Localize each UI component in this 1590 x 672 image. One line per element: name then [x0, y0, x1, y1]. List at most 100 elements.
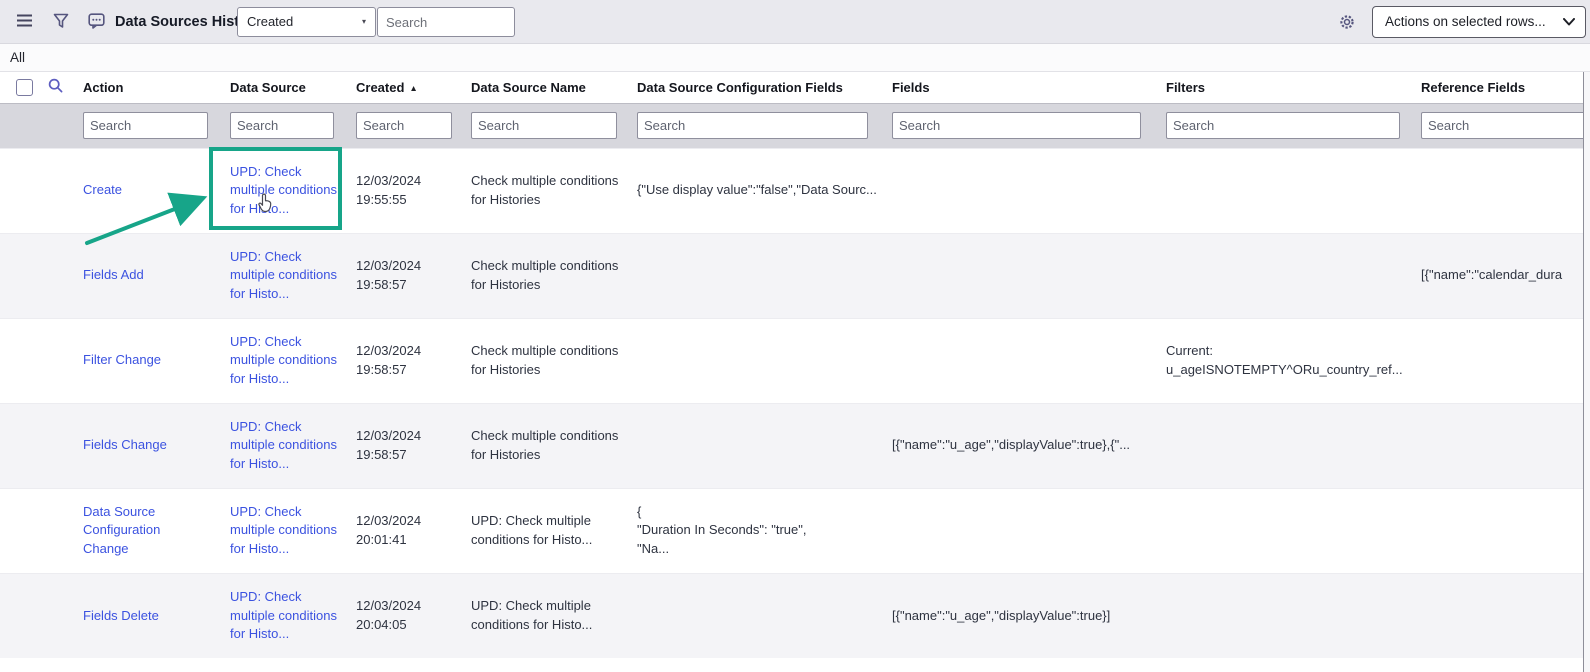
table-row: Fields Delete UPD: Check multiple condit… [0, 573, 1583, 658]
filter-cell-created [356, 103, 471, 148]
filter-input-reference-fields[interactable] [1421, 112, 1583, 139]
data-source-name-cell: Check multiple conditions for Histories [471, 233, 637, 318]
filters-cell [1166, 573, 1421, 658]
search-field-select[interactable]: Created ▾ [237, 7, 376, 37]
vertical-scrollbar[interactable] [1583, 72, 1590, 672]
data-source-link[interactable]: UPD: Check multiple conditions for Histo… [230, 589, 337, 641]
header-select-cell [0, 72, 83, 103]
filter-cell-data-source [230, 103, 356, 148]
breadcrumb[interactable]: All [10, 44, 25, 71]
table-row: Data Source Configuration Change UPD: Ch… [0, 488, 1583, 573]
table-row: Fields Add UPD: Check multiple condition… [0, 233, 1583, 318]
chevron-down-icon [1563, 18, 1575, 26]
fields-cell [892, 233, 1166, 318]
reference-fields-cell [1421, 573, 1583, 658]
created-cell: 12/03/2024 19:55:55 [356, 148, 471, 233]
filter-cell-fields [892, 103, 1166, 148]
column-header-reference-fields[interactable]: Reference Fields [1421, 72, 1583, 103]
data-source-name-cell: Check multiple conditions for Histories [471, 403, 637, 488]
breadcrumb-bar: All [0, 44, 1590, 72]
action-link[interactable]: Fields Change [83, 437, 167, 452]
filter-cell-action [83, 103, 230, 148]
filters-cell: Current: u_ageISNOTEMPTY^ORu_country_ref… [1166, 318, 1421, 403]
table-row: Create UPD: Check multiple conditions fo… [0, 148, 1583, 233]
filter-cell-config-fields [637, 103, 892, 148]
config-fields-cell: {"Use display value":"false","Data Sourc… [637, 148, 892, 233]
filter-input-config-fields[interactable] [637, 112, 868, 139]
hamburger-menu-icon[interactable] [16, 13, 33, 33]
config-fields-cell [637, 573, 892, 658]
filter-cell-filters [1166, 103, 1421, 148]
actions-select-value: Actions on selected rows... [1385, 14, 1546, 29]
filters-cell [1166, 403, 1421, 488]
data-source-name-cell: Check multiple conditions for Histories [471, 318, 637, 403]
filters-cell [1166, 148, 1421, 233]
table-row: Filter Change UPD: Check multiple condit… [0, 318, 1583, 403]
filter-cell-reference-fields [1421, 103, 1583, 148]
action-link[interactable]: Data Source Configuration Change [83, 504, 160, 556]
created-cell: 12/03/2024 19:58:57 [356, 318, 471, 403]
data-source-link[interactable]: UPD: Check multiple conditions for Histo… [230, 419, 337, 471]
created-cell: 12/03/2024 20:01:41 [356, 488, 471, 573]
data-source-name-cell: UPD: Check multiple conditions for Histo… [471, 488, 637, 573]
config-fields-cell: { "Duration In Seconds": "true", "Na... [637, 488, 892, 573]
filter-input-data-source[interactable] [230, 112, 334, 139]
filter-input-created[interactable] [356, 112, 452, 139]
gear-icon[interactable] [1339, 14, 1355, 35]
created-cell: 12/03/2024 19:58:57 [356, 233, 471, 318]
data-source-name-cell: UPD: Check multiple conditions for Histo… [471, 573, 637, 658]
data-source-link[interactable]: UPD: Check multiple conditions for Histo… [230, 249, 337, 301]
app-window: Data Sources History Created ▾ Actions o… [0, 0, 1590, 672]
column-header-data-source-name[interactable]: Data Source Name [471, 72, 637, 103]
fields-cell: [{"name":"u_age","displayValue":true},{"… [892, 403, 1166, 488]
reference-fields-cell [1421, 488, 1583, 573]
column-header-filters[interactable]: Filters [1166, 72, 1421, 103]
reference-fields-cell [1421, 403, 1583, 488]
data-source-name-cell: Check multiple conditions for Histories [471, 148, 637, 233]
column-header-config-fields[interactable]: Data Source Configuration Fields [637, 72, 892, 103]
data-source-link[interactable]: UPD: Check multiple conditions for Histo… [230, 334, 337, 386]
records-table: Action Data Source Created▲ Data Source … [0, 72, 1583, 658]
search-icon[interactable] [48, 81, 63, 96]
table-row: Fields Change UPD: Check multiple condit… [0, 403, 1583, 488]
filter-spacer-cell [0, 103, 83, 148]
data-source-link[interactable]: UPD: Check multiple conditions for Histo… [230, 164, 337, 216]
created-cell: 12/03/2024 19:58:57 [356, 403, 471, 488]
select-all-checkbox[interactable] [16, 79, 33, 96]
created-cell: 12/03/2024 20:04:05 [356, 573, 471, 658]
search-field-select-value: Created [247, 14, 293, 29]
filter-icon[interactable] [53, 13, 69, 34]
column-header-action[interactable]: Action [83, 72, 230, 103]
sort-ascending-icon: ▲ [409, 83, 417, 93]
filters-cell [1166, 488, 1421, 573]
chevron-down-icon: ▾ [362, 8, 366, 36]
action-link[interactable]: Fields Delete [83, 608, 159, 623]
config-fields-cell [637, 318, 892, 403]
table-header-row: Action Data Source Created▲ Data Source … [0, 72, 1583, 103]
fields-cell [892, 148, 1166, 233]
chat-icon[interactable] [88, 13, 105, 34]
config-fields-cell [637, 403, 892, 488]
config-fields-cell [637, 233, 892, 318]
fields-cell [892, 318, 1166, 403]
column-header-data-source[interactable]: Data Source [230, 72, 356, 103]
reference-fields-cell [1421, 148, 1583, 233]
reference-fields-cell [1421, 318, 1583, 403]
fields-cell: [{"name":"u_age","displayValue":true}] [892, 573, 1166, 658]
filter-input-fields[interactable] [892, 112, 1141, 139]
list-search-input[interactable] [377, 7, 515, 37]
action-link[interactable]: Create [83, 182, 122, 197]
list-toolbar: Data Sources History Created ▾ Actions o… [0, 0, 1590, 44]
filter-input-action[interactable] [83, 112, 208, 139]
filter-input-filters[interactable] [1166, 112, 1400, 139]
reference-fields-cell: [{"name":"calendar_dura [1421, 233, 1583, 318]
filter-input-data-source-name[interactable] [471, 112, 617, 139]
filters-cell [1166, 233, 1421, 318]
column-header-created[interactable]: Created▲ [356, 72, 471, 103]
column-filter-row [0, 103, 1583, 148]
action-link[interactable]: Filter Change [83, 352, 161, 367]
data-source-link[interactable]: UPD: Check multiple conditions for Histo… [230, 504, 337, 556]
column-header-fields[interactable]: Fields [892, 72, 1166, 103]
action-link[interactable]: Fields Add [83, 267, 144, 282]
actions-on-selected-rows-select[interactable]: Actions on selected rows... [1372, 6, 1586, 38]
